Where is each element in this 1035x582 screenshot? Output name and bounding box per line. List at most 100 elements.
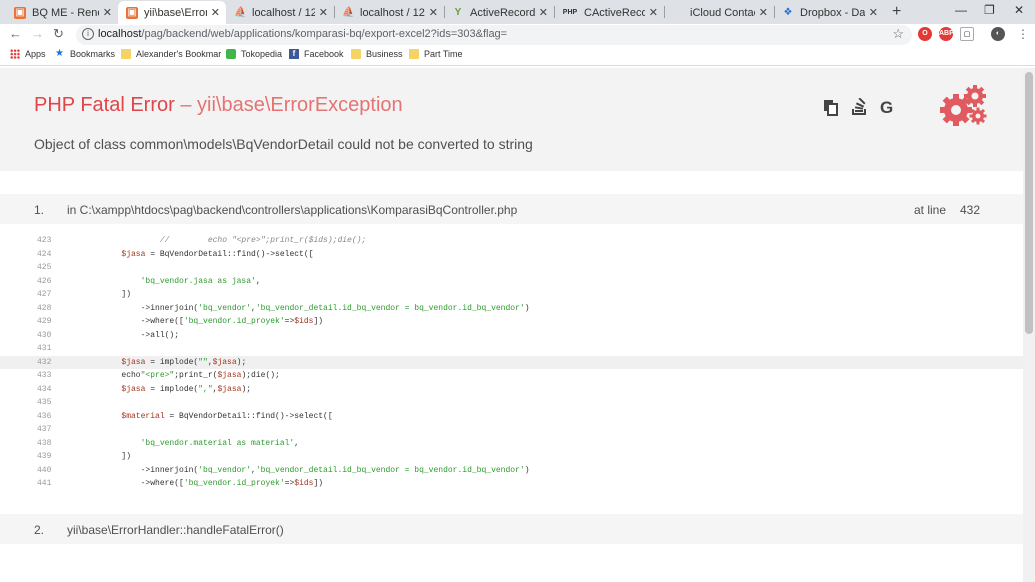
tab-title: BQ ME - Renovasi	[32, 6, 99, 19]
code-line: 426 'bq_vendor.jasa as jasa',	[0, 275, 1023, 289]
error-page: PHP Fatal Error – yii\base\ErrorExceptio…	[0, 68, 1023, 582]
new-tab-icon[interactable]: +	[892, 3, 901, 21]
tab-title: yii\base\ErrorExcep	[144, 6, 207, 19]
tab-cactiverecord[interactable]: PHP CActiveRecord::fin ✕	[554, 1, 664, 24]
folder-icon	[409, 49, 419, 59]
avatar[interactable]: ◐	[991, 27, 1005, 41]
opera-extension-icon[interactable]: O	[918, 27, 932, 41]
code-line-number: 432	[37, 357, 52, 367]
code-line: 425	[0, 261, 1023, 275]
tab-title: ActiveRecord, yii\d	[470, 6, 535, 19]
line-number: 432	[960, 203, 981, 217]
stackoverflow-icon[interactable]	[851, 97, 869, 121]
bookmark-tokopedia[interactable]: Tokopedia	[226, 49, 282, 59]
page-title: PHP Fatal Error – yii\base\ErrorExceptio…	[34, 94, 403, 116]
close-icon[interactable]: ✕	[759, 6, 768, 19]
trace-item-2[interactable]: 2. yii\base\ErrorHandler::handleFatalErr…	[0, 514, 1023, 544]
restore-icon[interactable]: ❐	[984, 3, 995, 17]
code-line: 430 ->all();	[0, 329, 1023, 343]
menu-icon[interactable]: ⋮	[1017, 27, 1029, 41]
forward-icon[interactable]: →	[31, 26, 44, 41]
tab-localhost-1[interactable]: ⛵ localhost / 127.0.0 ✕	[226, 1, 334, 24]
tab-title: localhost / 127.0.0	[252, 6, 315, 19]
code-line-number: 427	[37, 290, 52, 299]
close-icon[interactable]: ✕	[869, 6, 878, 19]
php-icon: PHP	[562, 8, 578, 16]
code-line-source: $material = BqVendorDetail::find()->sele…	[121, 411, 333, 421]
bookmark-star-icon[interactable]: ☆	[892, 26, 904, 42]
tab-localhost-2[interactable]: ⛵ localhost / 127.0.0 ✕	[334, 1, 444, 24]
code-line-number: 430	[37, 330, 52, 340]
code-snippet: 423 // echo "<pre>";print_r($ids);die();…	[0, 234, 1023, 491]
browser-toolbar: ← → ↻ i localhost/pag/backend/web/applic…	[0, 24, 1035, 46]
bookmark-alexander[interactable]: Alexander's Bookmar	[121, 49, 221, 59]
code-line: 435	[0, 396, 1023, 410]
code-line-source: $jasa = implode("",$jasa);	[121, 357, 247, 367]
code-line-source: 'bq_vendor.jasa as jasa',	[140, 276, 261, 286]
folder-icon	[351, 49, 361, 59]
close-icon[interactable]: ✕	[649, 6, 658, 19]
code-line-source: ])	[83, 452, 132, 461]
code-line: 431	[0, 342, 1023, 356]
yii-icon: ▣	[14, 6, 26, 19]
tab-bq-me[interactable]: ▣ BQ ME - Renovasi ✕	[6, 1, 118, 24]
facebook-icon: f	[289, 49, 299, 59]
bookmark-bookmarks[interactable]: ★ Bookmarks	[55, 48, 115, 60]
url-text[interactable]: localhost/pag/backend/web/applications/k…	[98, 28, 507, 40]
code-line-source: $jasa = implode(",",$jasa);	[121, 384, 252, 394]
code-line-source: ->all();	[83, 330, 180, 340]
code-line-number: 426	[37, 276, 52, 286]
code-line-number: 431	[37, 344, 52, 353]
close-icon[interactable]: ✕	[539, 6, 548, 19]
close-icon[interactable]: ✕	[103, 6, 112, 19]
tab-dropbox[interactable]: ❖ Dropbox - Data - D ✕	[774, 1, 884, 24]
code-line-number: 434	[37, 384, 52, 394]
function-name: yii\base\ErrorHandler::handleFatalError(…	[67, 523, 284, 537]
address-bar[interactable]: i localhost/pag/backend/web/applications…	[76, 25, 912, 45]
reload-icon[interactable]: ↻	[53, 26, 64, 42]
tab-title: iCloud Contacts	[690, 6, 755, 19]
bookmark-apps[interactable]: Apps	[10, 49, 46, 59]
extension-icon[interactable]: ▢	[960, 27, 974, 41]
info-icon[interactable]: i	[82, 28, 94, 40]
scrollbar-thumb[interactable]	[1025, 72, 1033, 334]
bookmarks-bar: Apps ★ Bookmarks Alexander's Bookmar Tok…	[0, 46, 1035, 66]
file-path: in C:\xampp\htdocs\pag\backend\controlle…	[67, 203, 518, 217]
code-line-number: 435	[37, 398, 52, 407]
code-line: 434 $jasa = implode(",",$jasa);	[0, 383, 1023, 397]
close-icon[interactable]: ✕	[211, 6, 220, 19]
adblock-icon[interactable]: ABP	[939, 27, 954, 41]
code-line: 432 $jasa = implode("",$jasa);	[0, 355, 1023, 369]
window-close-icon[interactable]: ✕	[1014, 3, 1024, 17]
code-line: 429 ->where(['bq_vendor.id_proyek'=>$ids…	[0, 315, 1023, 329]
bookmark-business[interactable]: Business	[351, 49, 403, 59]
bookmark-facebook[interactable]: f Facebook	[289, 49, 344, 59]
error-type: PHP Fatal Error	[34, 94, 175, 116]
star-icon: ★	[55, 48, 64, 59]
tab-activerecord[interactable]: Y ActiveRecord, yii\d ✕	[444, 1, 554, 24]
close-icon[interactable]: ✕	[319, 6, 328, 19]
tab-title: Dropbox - Data - D	[800, 6, 865, 19]
tab-icloud-contacts[interactable]: iCloud Contacts ✕	[664, 1, 774, 24]
code-line-number: 437	[37, 425, 52, 434]
tokopedia-icon	[226, 49, 236, 59]
google-icon[interactable]: G	[880, 98, 893, 118]
copy-icon[interactable]	[822, 98, 840, 121]
dropbox-icon: ❖	[783, 6, 793, 18]
code-line-source: ->where(['bq_vendor.id_proyek'=>$ids])	[83, 317, 324, 326]
bookmark-part-time[interactable]: Part Time	[409, 49, 463, 59]
code-line: 427 ])	[0, 288, 1023, 302]
back-icon[interactable]: ←	[9, 26, 22, 41]
code-line-number: 429	[37, 317, 52, 326]
scrollbar[interactable]	[1023, 68, 1035, 582]
code-line: 428 ->innerjoin('bq_vendor','bq_vendor_d…	[0, 302, 1023, 316]
tab-error-exception[interactable]: ▣ yii\base\ErrorExcep ✕	[118, 1, 226, 24]
code-line-number: 438	[37, 438, 52, 448]
yii-framework-icon: Y	[454, 6, 462, 18]
trace-item-1[interactable]: 1. in C:\xampp\htdocs\pag\backend\contro…	[0, 194, 1023, 224]
code-line-source: ->innerjoin('bq_vendor','bq_vendor_detai…	[83, 303, 530, 313]
close-icon[interactable]: ✕	[429, 6, 438, 19]
minimize-icon[interactable]: —	[955, 3, 967, 17]
exception-class[interactable]: yii\base\ErrorException	[197, 94, 403, 116]
phpmyadmin-icon: ⛵	[342, 6, 355, 18]
